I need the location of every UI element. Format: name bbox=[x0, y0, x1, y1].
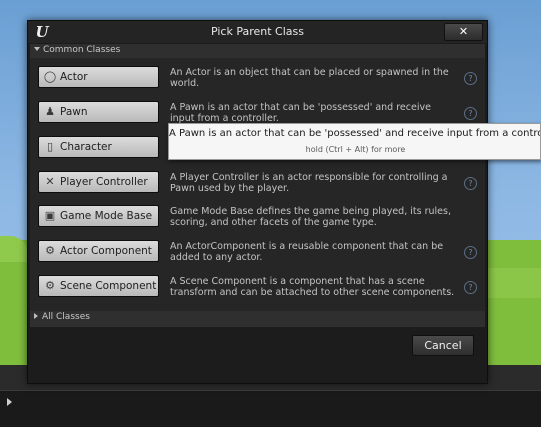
actor-icon: ◯ bbox=[43, 70, 57, 83]
player-controller-icon: ✕ bbox=[45, 175, 55, 188]
game-mode-base-button[interactable]: ▣ Game Mode Base bbox=[38, 205, 159, 227]
class-row-actor: ◯ Actor An Actor is an object that can b… bbox=[30, 62, 485, 96]
actor-component-icon: ⚙ bbox=[45, 244, 55, 257]
class-description: An Actor is an object that can be placed… bbox=[170, 67, 449, 89]
pawn-button[interactable]: ♟ Pawn bbox=[38, 101, 159, 123]
dialog-titlebar[interactable]: U Pick Parent Class ✕ bbox=[28, 21, 487, 43]
class-description: An ActorComponent is a reusable componen… bbox=[170, 241, 444, 263]
class-row-player-controller: ✕ Player Controller A Player Controller … bbox=[30, 167, 485, 201]
help-icon[interactable]: ? bbox=[464, 281, 477, 294]
game-mode-icon: ▣ bbox=[44, 209, 56, 222]
help-icon[interactable]: ? bbox=[464, 107, 477, 120]
common-classes-list: ◯ Actor An Actor is an object that can b… bbox=[30, 58, 485, 326]
all-classes-label: All Classes bbox=[42, 312, 90, 322]
actor-button[interactable]: ◯ Actor bbox=[38, 66, 159, 88]
all-classes-header[interactable]: All Classes bbox=[30, 311, 485, 327]
class-description: Game Mode Base defines the game being pl… bbox=[170, 206, 451, 228]
common-classes-label: Common Classes bbox=[43, 45, 121, 55]
class-row-game-mode-base: ▣ Game Mode Base Game Mode Base defines … bbox=[30, 201, 485, 235]
help-icon[interactable]: ? bbox=[464, 72, 477, 85]
tooltip-hint: hold (Ctrl + Alt) for more bbox=[305, 145, 406, 154]
help-icon[interactable]: ? bbox=[464, 177, 477, 190]
class-description: A Pawn is an actor that can be 'possesse… bbox=[170, 102, 431, 124]
pawn-tooltip: A Pawn is an actor that can be 'possesse… bbox=[168, 123, 541, 160]
class-row-scene-component: ⚙ Scene Component A Scene Component is a… bbox=[30, 271, 485, 305]
class-description: A Scene Component is a component that ha… bbox=[170, 276, 455, 298]
cancel-button[interactable]: Cancel bbox=[412, 335, 474, 356]
tooltip-text: A Pawn is an actor that can be 'possesse… bbox=[169, 128, 541, 139]
dialog-title: Pick Parent Class bbox=[210, 25, 304, 38]
expand-arrow-icon[interactable] bbox=[7, 398, 12, 406]
expand-arrow-icon bbox=[34, 313, 38, 319]
pick-parent-class-dialog: U Pick Parent Class ✕ Common Classes ◯ A… bbox=[27, 20, 488, 384]
class-description: A Player Controller is an actor responsi… bbox=[170, 172, 448, 194]
class-row-actor-component: ⚙ Actor Component An ActorComponent is a… bbox=[30, 236, 485, 270]
character-icon: ▯ bbox=[46, 140, 54, 153]
scene-component-button[interactable]: ⚙ Scene Component bbox=[38, 275, 159, 297]
scene-component-icon: ⚙ bbox=[45, 279, 55, 292]
help-icon[interactable]: ? bbox=[464, 246, 477, 259]
character-button[interactable]: ▯ Character bbox=[38, 136, 159, 158]
viewport-terrain bbox=[485, 268, 541, 298]
player-controller-button[interactable]: ✕ Player Controller bbox=[38, 171, 159, 193]
close-button[interactable]: ✕ bbox=[444, 23, 483, 41]
actor-component-button[interactable]: ⚙ Actor Component bbox=[38, 240, 159, 262]
collapse-arrow-icon bbox=[34, 47, 40, 51]
pawn-icon: ♟ bbox=[45, 105, 55, 118]
editor-lower-panel bbox=[0, 390, 541, 427]
common-classes-header[interactable]: Common Classes bbox=[30, 44, 485, 58]
